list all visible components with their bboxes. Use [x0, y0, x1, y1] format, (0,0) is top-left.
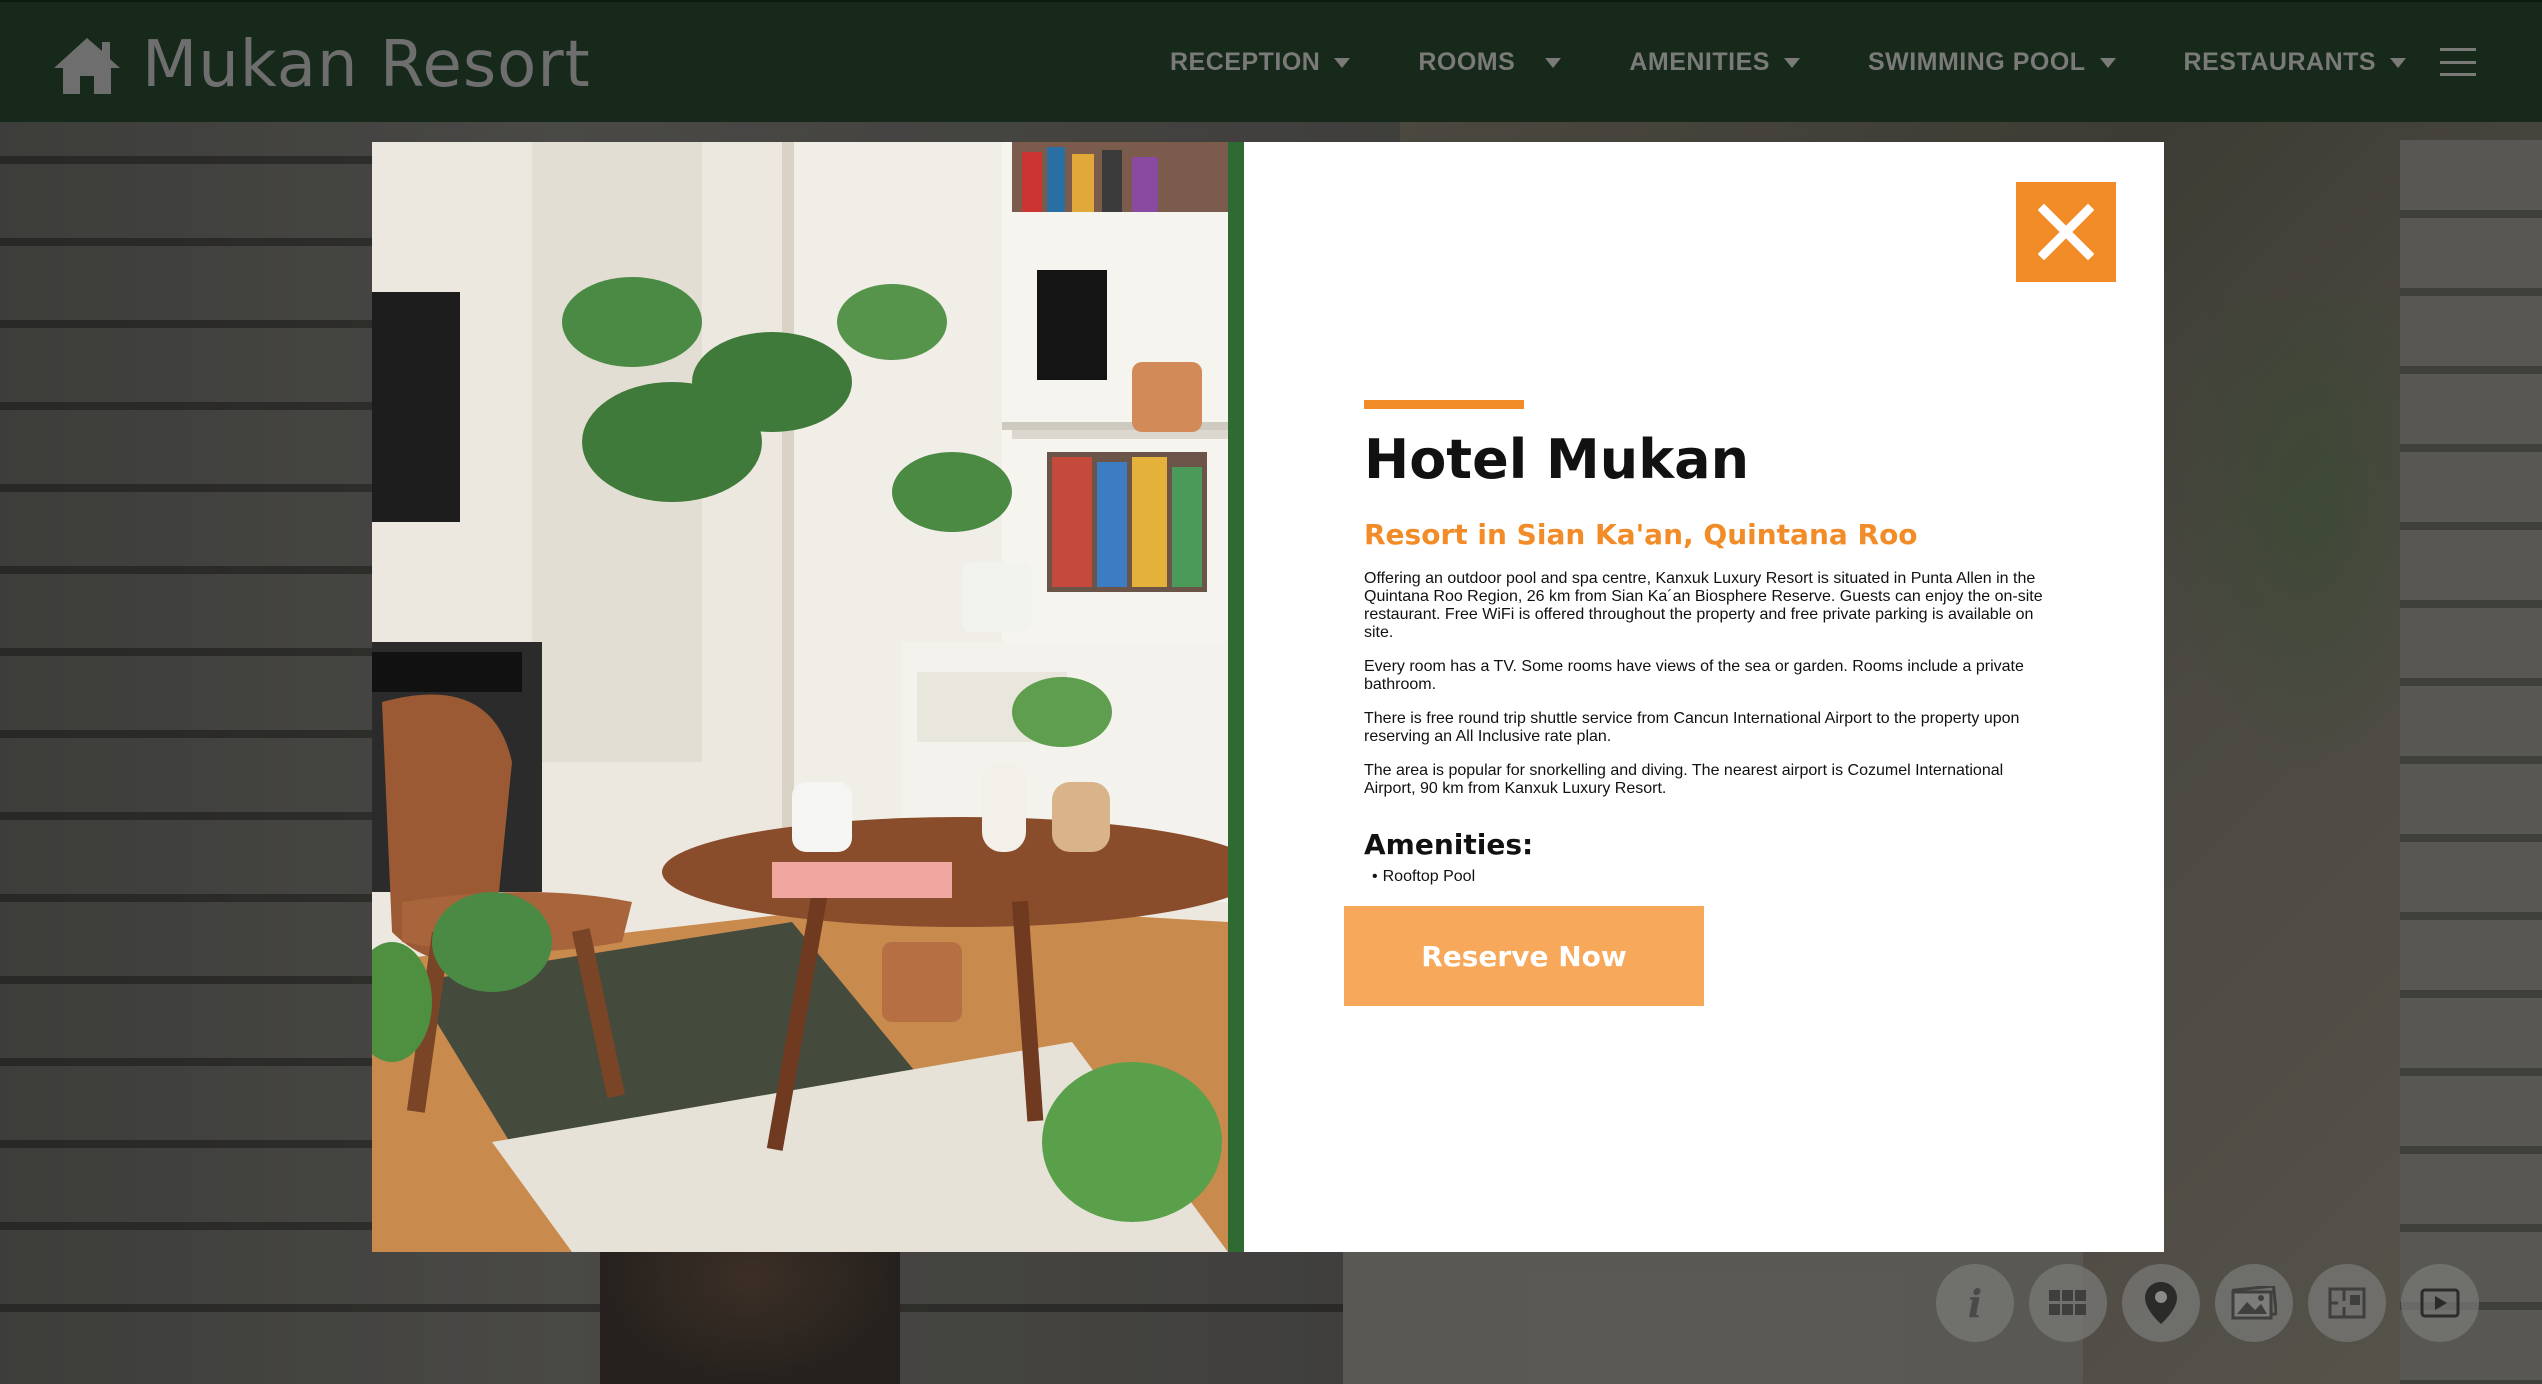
map-button[interactable]	[2122, 1264, 2200, 1342]
caret-down-icon	[2390, 57, 2407, 68]
hotel-title: Hotel Mukan	[1364, 428, 1750, 491]
close-icon	[2038, 204, 2094, 260]
nav-label: RESTAURANTS	[2183, 48, 2377, 76]
bottom-toolbar: i	[1936, 1264, 2479, 1342]
grid-icon	[2049, 1290, 2086, 1315]
gallery-icon	[2231, 1286, 2277, 1320]
info-icon: i	[1967, 1280, 1983, 1326]
map-pin-icon	[2145, 1282, 2177, 1324]
room-photo	[372, 142, 1228, 1252]
amenity-item: Rooftop Pool	[1372, 868, 1476, 886]
nav-restaurants[interactable]: RESTAURANTS	[2184, 48, 2407, 77]
caret-down-icon	[2099, 57, 2116, 68]
nav-label: SWIMMING POOL	[1867, 48, 2086, 76]
gallery-button[interactable]	[2215, 1264, 2293, 1342]
hotel-description: Offering an outdoor pool and spa centre,…	[1364, 570, 2054, 814]
hotel-info-panel: Hotel Mukan Resort in Sian Ka'an, Quinta…	[1244, 142, 2164, 1252]
video-icon	[2420, 1288, 2460, 1318]
amenities-heading: Amenities:	[1364, 828, 1534, 861]
description-paragraph: There is free round trip shuttle service…	[1364, 710, 2020, 745]
site-name[interactable]: Mukan Resort	[142, 28, 591, 102]
nav-rooms[interactable]: ROOMS	[1418, 48, 1562, 77]
modal-divider	[1228, 142, 1244, 1252]
title-accent-bar	[1364, 400, 1524, 409]
nav-label: AMENITIES	[1629, 48, 1770, 76]
close-button[interactable]	[2016, 182, 2116, 282]
nav-label: RECEPTION	[1170, 48, 1321, 76]
grid-button[interactable]	[2029, 1264, 2107, 1342]
caret-down-icon	[1334, 57, 1351, 68]
video-button[interactable]	[2401, 1264, 2479, 1342]
room-illustration	[372, 142, 1228, 1252]
hotel-subtitle: Resort in Sian Ka'an, Quintana Roo	[1364, 518, 1918, 551]
amenities-list: Rooftop Pool	[1372, 868, 1476, 886]
floorplan-icon	[2328, 1287, 2366, 1319]
description-paragraph: Every room has a TV. Some rooms have vie…	[1364, 658, 2024, 693]
info-button[interactable]: i	[1936, 1264, 2014, 1342]
hotel-modal: Hotel Mukan Resort in Sian Ka'an, Quinta…	[372, 142, 2164, 1252]
hamburger-menu-icon[interactable]	[2440, 48, 2476, 76]
floorplan-button[interactable]	[2308, 1264, 2386, 1342]
caret-down-icon	[1545, 57, 1562, 68]
nav-amenities[interactable]: AMENITIES	[1629, 48, 1800, 77]
reserve-now-button[interactable]: Reserve Now	[1344, 906, 1704, 1006]
top-navbar: Mukan Resort RECEPTION ROOMS AMENITIES S…	[0, 0, 2542, 122]
nav-reception[interactable]: RECEPTION	[1170, 48, 1351, 77]
description-paragraph: Offering an outdoor pool and spa centre,…	[1364, 570, 2043, 641]
home-icon[interactable]	[52, 36, 122, 96]
nav-swimming-pool[interactable]: SWIMMING POOL	[1868, 48, 2116, 77]
description-paragraph: The area is popular for snorkelling and …	[1364, 762, 2004, 797]
nav-label: ROOMS	[1418, 48, 1516, 76]
caret-down-icon	[1783, 57, 1800, 68]
main-nav: RECEPTION ROOMS AMENITIES SWIMMING POOL …	[1170, 48, 2474, 77]
